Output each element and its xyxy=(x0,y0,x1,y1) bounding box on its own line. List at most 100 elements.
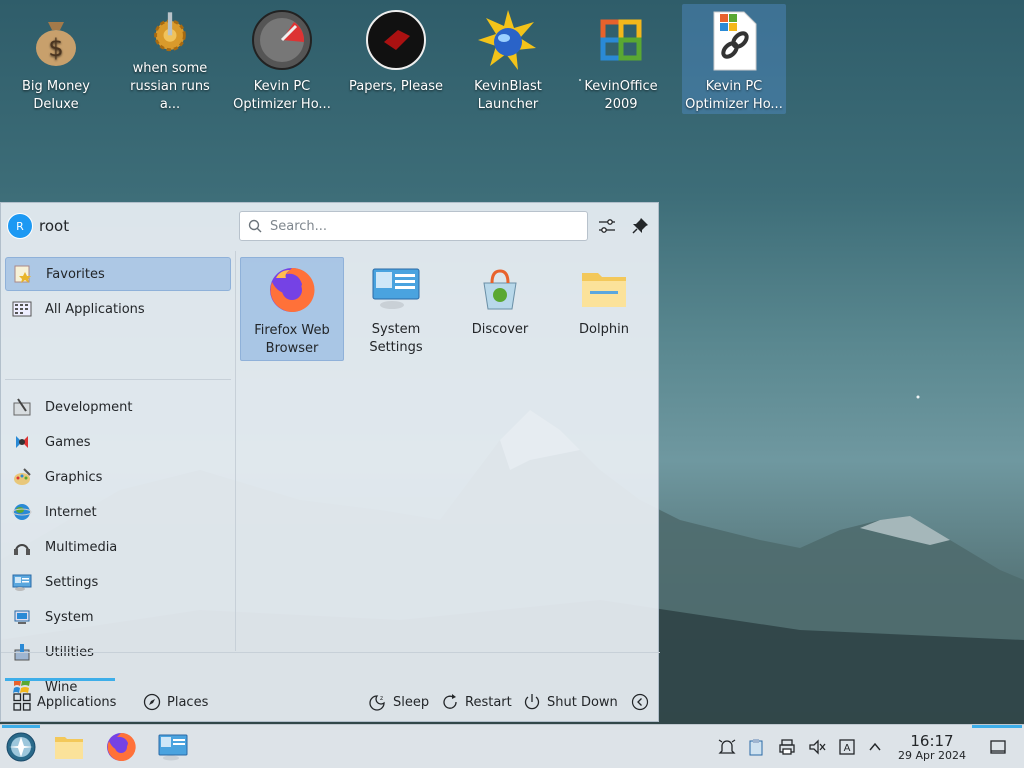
grid-icon xyxy=(13,693,31,711)
svg-text:A: A xyxy=(844,743,851,754)
link-file-icon xyxy=(713,11,757,71)
category-all-applications[interactable]: All Applications xyxy=(5,292,231,326)
taskbar: A 16:17 29 Apr 2024 xyxy=(0,724,1024,768)
desktop-icon-label: KevinBlast Launcher xyxy=(474,79,542,112)
tab-label: Places xyxy=(167,694,209,710)
pin-button[interactable] xyxy=(629,215,651,237)
category-label: Graphics xyxy=(45,469,103,485)
taskbar-system-settings[interactable] xyxy=(156,730,190,764)
desktop-icon-big-money[interactable]: $ Big Money Deluxe xyxy=(4,4,108,114)
category-label: Development xyxy=(45,399,133,415)
desktop-icon-papers-please[interactable]: Papers, Please xyxy=(344,4,448,114)
bell-icon xyxy=(718,739,736,754)
app-label: Dolphin xyxy=(579,322,629,337)
more-session-button[interactable] xyxy=(631,690,655,714)
volume-tray[interactable] xyxy=(807,737,827,757)
restart-button[interactable]: Restart xyxy=(441,690,512,714)
category-label: Internet xyxy=(45,504,97,520)
restart-icon xyxy=(441,693,459,711)
button-label: Shut Down xyxy=(547,694,618,710)
clock-time[interactable]: 16:17 xyxy=(898,732,966,750)
sleep-icon: z xyxy=(369,693,387,711)
category-graphics[interactable]: Graphics xyxy=(5,460,231,494)
grid-icon xyxy=(11,298,33,320)
favorites-grid: Firefox Web Browser System Settings Disc… xyxy=(237,251,659,651)
category-label: Games xyxy=(45,434,91,450)
launcher-button[interactable] xyxy=(4,730,38,764)
category-games[interactable]: Games xyxy=(5,425,231,459)
category-development[interactable]: Development xyxy=(5,390,231,424)
firefox-icon xyxy=(270,267,315,312)
application-launcher: R root Search... Favorites All Applicati… xyxy=(0,202,660,722)
search-input[interactable] xyxy=(270,218,570,234)
configure-button[interactable] xyxy=(596,215,618,237)
category-label: All Applications xyxy=(45,301,145,317)
svg-text:$: $ xyxy=(48,34,63,62)
firefox-icon xyxy=(107,732,136,761)
search-icon xyxy=(248,219,262,233)
search-box[interactable] xyxy=(239,211,588,241)
tab-label: Applications xyxy=(37,694,117,710)
avatar[interactable]: R xyxy=(7,213,33,239)
settings-icon xyxy=(11,571,33,593)
taskbar-dolphin[interactable] xyxy=(52,730,86,764)
tab-places[interactable]: Places xyxy=(143,690,208,714)
category-label: Settings xyxy=(45,574,99,590)
show-desktop-icon xyxy=(990,740,1006,754)
desktop-icon-label: KevinOffice 2009 xyxy=(584,79,658,112)
volume-muted-icon xyxy=(809,739,826,755)
category-favorites[interactable]: Favorites xyxy=(5,257,231,291)
development-icon xyxy=(11,396,33,418)
printer-tray[interactable] xyxy=(777,737,797,757)
desktop-icon-russian[interactable]: when some russian runs a... xyxy=(118,4,222,114)
input-method-tray[interactable]: A xyxy=(837,737,857,757)
category-label: Favorites xyxy=(46,266,105,282)
keyboard-layout-icon: A xyxy=(839,739,855,755)
category-multimedia[interactable]: Multimedia xyxy=(5,530,231,564)
category-settings[interactable]: Settings xyxy=(5,565,231,599)
launcher-active-indicator xyxy=(2,725,40,728)
papers-please-icon xyxy=(366,10,426,70)
launcher-header: R root xyxy=(1,203,660,249)
folder-icon xyxy=(55,737,83,759)
active-tab-indicator xyxy=(5,678,115,681)
system-settings-icon xyxy=(158,734,188,761)
category-system[interactable]: System xyxy=(5,600,231,634)
app-dolphin[interactable]: Dolphin xyxy=(552,257,656,361)
power-icon xyxy=(523,693,541,711)
system-icon xyxy=(11,606,33,628)
shutdown-button[interactable]: Shut Down xyxy=(523,690,618,714)
pin-icon xyxy=(632,218,648,234)
desktop-icon-kevin-optimizer[interactable]: Kevin PC Optimizer Ho... xyxy=(230,4,334,114)
clipboard-tray[interactable] xyxy=(746,737,766,757)
tab-applications[interactable]: Applications xyxy=(13,690,116,714)
office-logo-icon xyxy=(600,19,642,61)
notifications-tray[interactable] xyxy=(717,737,737,757)
desktop-icon-kevinoffice[interactable]: KevinOffice 2009 xyxy=(569,4,673,114)
discover-icon xyxy=(483,269,517,310)
category-sidebar: Favorites All Applications Development G… xyxy=(1,251,236,695)
app-discover[interactable]: Discover xyxy=(448,257,552,361)
clock-date[interactable]: 29 Apr 2024 xyxy=(890,749,974,762)
desktop-icon-kevinblast[interactable]: KevinBlast Launcher xyxy=(456,4,560,114)
tray-expander[interactable] xyxy=(865,737,885,757)
taskbar-firefox[interactable] xyxy=(104,730,138,764)
desktop-icon-kevin-optimizer-link[interactable]: Kevin PC Optimizer Ho... xyxy=(682,4,786,114)
show-desktop-indicator xyxy=(972,725,1022,728)
graphics-icon xyxy=(11,466,33,488)
desktop-icon-label: Kevin PC Optimizer Ho... xyxy=(685,79,783,112)
app-system-settings[interactable]: System Settings xyxy=(344,257,448,361)
app-label: Discover xyxy=(471,322,529,337)
printer-icon xyxy=(779,739,795,755)
gear-icon xyxy=(154,12,186,52)
clipboard-icon xyxy=(749,739,763,756)
category-internet[interactable]: Internet xyxy=(5,495,231,529)
sliders-icon xyxy=(599,219,615,233)
show-desktop-button[interactable] xyxy=(988,737,1008,757)
sleep-button[interactable]: z Sleep xyxy=(369,690,429,714)
desktop-icon-label: when some russian runs a... xyxy=(130,61,210,112)
app-label: System Settings xyxy=(369,322,423,355)
app-firefox[interactable]: Firefox Web Browser xyxy=(240,257,344,361)
folder-icon xyxy=(582,273,626,307)
app-label: Firefox Web Browser xyxy=(254,323,330,356)
